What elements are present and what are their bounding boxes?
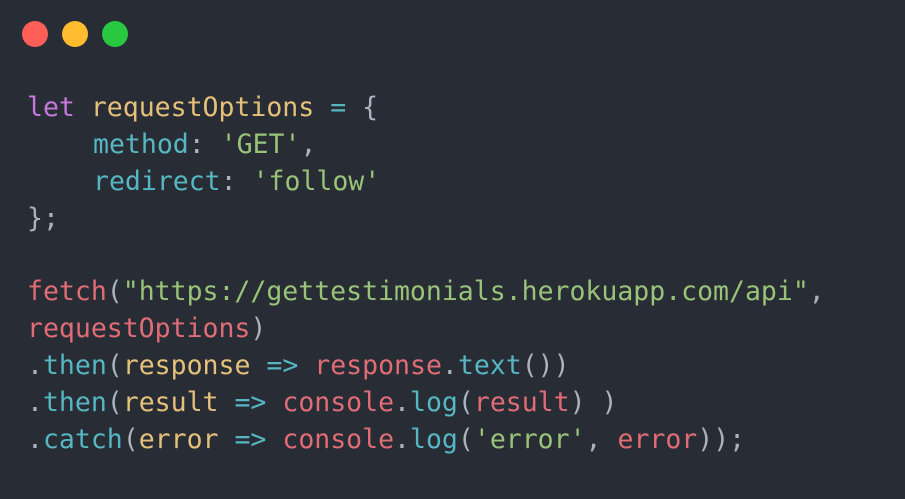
open-brace: { xyxy=(362,92,379,123)
dot: . xyxy=(441,350,458,382)
colon: : xyxy=(188,128,205,160)
maximize-window-button[interactable] xyxy=(102,21,128,47)
code-line-2: method: 'GET', xyxy=(27,127,825,164)
method-log: log xyxy=(410,424,458,456)
code-window: let requestOptions = {method: 'GET', redi… xyxy=(0,0,905,499)
open-paren: ( xyxy=(457,424,474,456)
comma: , xyxy=(300,128,317,160)
dot: . xyxy=(27,424,43,456)
close-paren: ) ) xyxy=(569,387,618,419)
method-log: log xyxy=(410,387,458,419)
comma: , xyxy=(808,276,825,308)
reference-console: console xyxy=(282,387,395,419)
string-get: 'GET' xyxy=(220,128,301,160)
minimize-window-button[interactable] xyxy=(62,21,88,47)
dot: . xyxy=(394,387,411,419)
code-line-8: .then(response => response.text()) xyxy=(27,348,825,385)
property-method: method xyxy=(93,128,189,160)
code-line-10: .catch(error => console.log('error', err… xyxy=(27,422,825,459)
string-follow: 'follow' xyxy=(252,165,381,197)
call-parens: () xyxy=(521,350,554,382)
comma: , xyxy=(585,424,602,456)
code-line-6: fetch("https://gettestimonials.herokuapp… xyxy=(27,274,825,311)
method-catch: catch xyxy=(42,424,123,456)
code-line-3: redirect: 'follow' xyxy=(27,164,825,201)
reference-result: result xyxy=(473,387,570,419)
open-paren: ( xyxy=(106,276,123,308)
code-line-4: }; xyxy=(27,201,825,238)
keyword-let: let xyxy=(27,92,75,123)
open-paren: ( xyxy=(457,387,474,419)
assignment-operator: = xyxy=(330,92,347,123)
method-text: text xyxy=(457,350,522,382)
dot: . xyxy=(27,350,43,382)
close-paren: ) xyxy=(250,313,267,345)
close-paren: )); xyxy=(697,424,746,456)
reference-error: error xyxy=(617,424,698,456)
dot: . xyxy=(27,387,43,419)
dot: . xyxy=(394,424,411,456)
param-result: result xyxy=(122,387,219,419)
variable-request-options: requestOptions xyxy=(90,92,315,123)
close-window-button[interactable] xyxy=(22,21,48,47)
arrow-operator: => xyxy=(266,350,299,382)
open-paren: ( xyxy=(122,424,139,456)
reference-console: console xyxy=(282,424,395,456)
code-line-1: let requestOptions = { xyxy=(27,90,825,127)
window-controls xyxy=(22,21,128,47)
property-redirect: redirect xyxy=(93,165,221,197)
close-paren: ) xyxy=(553,350,570,382)
function-fetch: fetch xyxy=(27,276,107,308)
param-error: error xyxy=(138,424,219,456)
code-line-5-blank xyxy=(27,238,825,275)
colon: : xyxy=(220,165,237,197)
method-then: then xyxy=(42,350,107,382)
reference-request-options: requestOptions xyxy=(27,313,251,345)
code-line-7: requestOptions) xyxy=(27,311,825,348)
reference-response: response xyxy=(314,350,442,382)
arrow-operator: => xyxy=(234,424,267,456)
code-block: let requestOptions = {method: 'GET', redi… xyxy=(27,90,825,459)
method-then: then xyxy=(42,387,107,419)
code-line-9: .then(result => console.log(result) ) xyxy=(27,385,825,422)
arrow-operator: => xyxy=(234,387,267,419)
string-error: 'error' xyxy=(473,424,586,456)
open-paren: ( xyxy=(106,350,123,382)
close-brace: }; xyxy=(27,202,59,234)
open-paren: ( xyxy=(106,387,123,419)
param-response: response xyxy=(122,350,251,382)
string-url: "https://gettestimonials.herokuapp.com/a… xyxy=(122,276,809,308)
